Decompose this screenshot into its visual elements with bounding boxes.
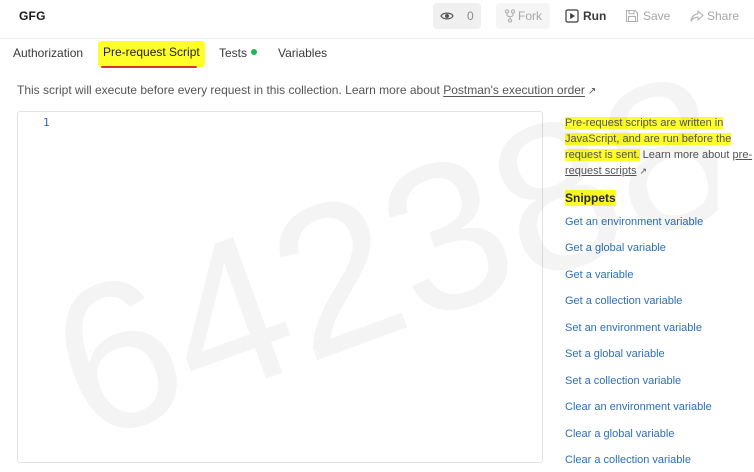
snippet-link[interactable]: Clear a global variable [565, 428, 674, 440]
snippet-link[interactable]: Get a collection variable [565, 295, 682, 307]
snippet-link[interactable]: Set an environment variable [565, 322, 702, 334]
run-button[interactable]: Run [560, 3, 610, 29]
tab-pre-request-script-label: Pre-request Script [103, 45, 200, 59]
snippet-link[interactable]: Clear a collection variable [565, 454, 691, 466]
description-text: This script will execute before every re… [17, 83, 444, 97]
execution-order-link[interactable]: Postman's execution order [443, 83, 585, 97]
line-number: 1 [43, 116, 50, 129]
save-label: Save [643, 9, 671, 23]
save-button[interactable]: Save [620, 3, 676, 29]
active-tab-indicator [101, 66, 197, 68]
fork-label: Fork [518, 9, 542, 23]
script-description: This script will execute before every re… [17, 83, 596, 97]
tab-tests[interactable]: Tests [219, 46, 258, 60]
fork-button[interactable]: Fork [496, 3, 550, 29]
snippet-link[interactable]: Set a collection variable [565, 375, 681, 387]
collection-title: GFG [19, 9, 46, 23]
sidebar-info-rest: Learn more about [639, 149, 733, 161]
external-link-icon: ↗ [587, 86, 597, 97]
tab-pre-request-script[interactable]: Pre-request Script [98, 41, 205, 67]
snippet-link[interactable]: Get a variable [565, 269, 633, 281]
collection-header: GFG 0 Fork Run Save Share [0, 0, 754, 34]
script-editor[interactable]: 1 [17, 111, 543, 463]
snippets-heading: Snippets [565, 190, 616, 206]
watch-count: 0 [467, 9, 474, 23]
fork-icon [504, 9, 516, 23]
snippet-link[interactable]: Get a global variable [565, 242, 666, 254]
external-link-icon: ↗ [639, 166, 648, 176]
save-icon [625, 9, 639, 23]
snippet-link[interactable]: Set a global variable [565, 348, 665, 360]
share-label: Share [707, 9, 740, 23]
watch-button[interactable]: 0 [433, 3, 481, 29]
share-button[interactable]: Share [685, 3, 747, 29]
collection-tabs: Authorization Pre-request Script Tests V… [0, 38, 754, 72]
play-icon [565, 9, 579, 23]
snippet-link[interactable]: Clear an environment variable [565, 401, 712, 413]
tab-authorization[interactable]: Authorization [13, 46, 83, 60]
eye-icon [440, 12, 454, 20]
tab-tests-label: Tests [219, 46, 248, 60]
snippet-link[interactable]: Get an environment variable [565, 216, 703, 228]
tests-status-dot [251, 49, 258, 55]
share-icon [690, 10, 704, 22]
sidebar-info: Pre-request scripts are written in JavaS… [565, 115, 754, 179]
tab-variables[interactable]: Variables [278, 46, 327, 60]
run-label: Run [583, 9, 607, 23]
